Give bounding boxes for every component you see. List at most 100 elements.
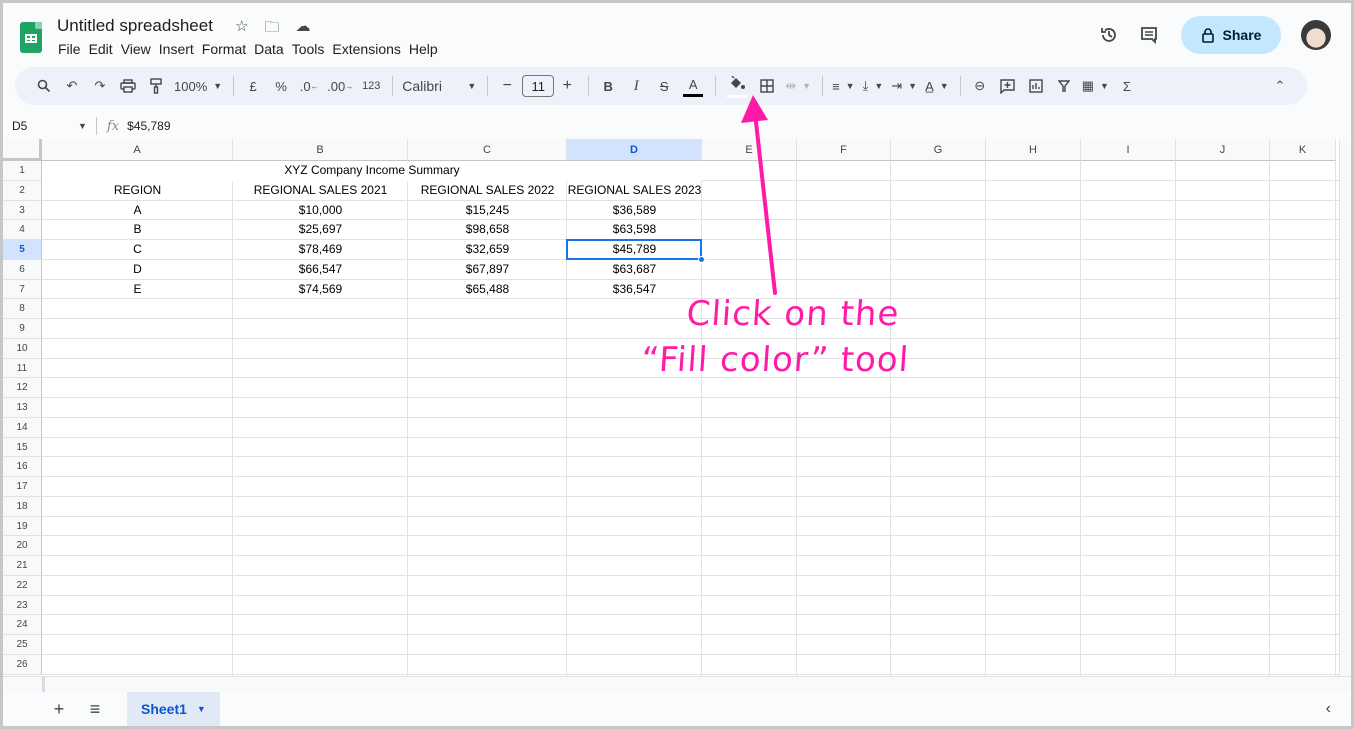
vertical-align-icon[interactable]: ⤓ ▼ (860, 72, 887, 100)
menu-edit[interactable]: Edit (89, 41, 119, 57)
text-wrapping-icon[interactable]: ⇥ ▼ (888, 72, 920, 100)
cell-title[interactable]: XYZ Company Income Summary (42, 161, 702, 181)
comments-icon[interactable] (1131, 17, 1167, 53)
paint-format-icon[interactable] (143, 72, 169, 100)
cloud-saved-icon[interactable]: ☁ (295, 17, 310, 42)
row-header-4[interactable]: 4 (3, 220, 42, 240)
functions-button[interactable]: Σ (1114, 72, 1140, 100)
bold-button[interactable]: B (595, 72, 621, 100)
horizontal-align-icon[interactable]: ≡ ▼ (829, 72, 858, 100)
filter-icon[interactable] (1051, 72, 1077, 100)
column-header-b[interactable]: B (233, 139, 408, 161)
all-sheets-button[interactable]: ≡ (77, 692, 113, 726)
sheet-tab[interactable]: Sheet1 ▼ (127, 692, 220, 726)
cell-header[interactable]: REGIONAL SALES 2023 (567, 181, 702, 201)
redo-icon[interactable]: ↷ (87, 72, 113, 100)
cell-header[interactable]: REGIONAL SALES 2021 (233, 181, 408, 201)
table-cell[interactable]: $25,697 (233, 220, 408, 240)
menu-help[interactable]: Help (409, 41, 444, 57)
add-sheet-button[interactable]: + (41, 692, 77, 726)
chevron-left-icon[interactable]: ‹ (1326, 700, 1331, 718)
column-header-g[interactable]: G (891, 139, 986, 161)
sheets-logo-icon[interactable] (20, 22, 42, 53)
row-header-9[interactable]: 9 (3, 319, 42, 339)
table-cell[interactable]: $15,245 (408, 201, 567, 221)
filter-views-icon[interactable]: ▦ ▼ (1079, 72, 1112, 100)
zoom-select[interactable]: 100% ▼ (171, 72, 225, 100)
menu-data[interactable]: Data (254, 41, 290, 57)
menu-insert[interactable]: Insert (159, 41, 200, 57)
row-header-1[interactable]: 1 (3, 161, 42, 181)
format-percent-button[interactable]: % (268, 72, 294, 100)
fill-color-button[interactable] (722, 72, 752, 100)
star-icon[interactable]: ☆ (235, 17, 248, 42)
menu-tools[interactable]: Tools (292, 41, 331, 57)
borders-icon[interactable] (754, 72, 780, 100)
account-avatar[interactable] (1301, 20, 1331, 50)
table-cell[interactable]: C (42, 240, 233, 260)
table-cell[interactable]: $65,488 (408, 280, 567, 300)
increase-font-size-button[interactable]: + (554, 72, 580, 100)
strikethrough-button[interactable]: S (651, 72, 677, 100)
share-button[interactable]: Share (1181, 16, 1281, 54)
text-color-button[interactable]: A (679, 72, 707, 100)
select-all-corner[interactable] (3, 139, 42, 161)
format-currency-button[interactable]: £ (240, 72, 266, 100)
row-header-15[interactable]: 15 (3, 437, 42, 458)
table-cell[interactable]: $74,569 (233, 280, 408, 300)
row-header-17[interactable]: 17 (3, 477, 42, 497)
table-cell[interactable]: $98,658 (408, 220, 567, 240)
more-formats-button[interactable]: 123 (358, 72, 384, 100)
table-cell[interactable]: E (42, 280, 233, 300)
row-header-21[interactable]: 21 (3, 556, 42, 576)
table-cell[interactable]: B (42, 220, 233, 240)
row-header-22[interactable]: 22 (3, 575, 42, 596)
row-header-2[interactable]: 2 (3, 180, 42, 201)
column-header-d[interactable]: D (567, 139, 702, 161)
chevron-down-icon[interactable]: ▼ (197, 704, 206, 714)
menu-extensions[interactable]: Extensions (332, 41, 406, 57)
insert-chart-icon[interactable] (1023, 72, 1049, 100)
text-rotation-icon[interactable]: A̲ ▼ (922, 72, 952, 100)
fill-handle[interactable] (698, 255, 705, 263)
table-cell[interactable]: D (42, 260, 233, 280)
row-header-3[interactable]: 3 (3, 200, 42, 221)
search-menus-icon[interactable] (31, 72, 57, 100)
column-header-f[interactable]: F (797, 139, 891, 161)
column-header-k[interactable]: K (1270, 139, 1336, 161)
chevron-down-icon[interactable]: ▼ (78, 121, 96, 131)
vertical-scrollbar[interactable] (1339, 139, 1351, 676)
move-to-folder-icon[interactable]: 🗀 (264, 17, 279, 42)
row-header-5[interactable]: 5 (3, 240, 42, 260)
row-header-6[interactable]: 6 (3, 259, 42, 280)
menu-format[interactable]: Format (202, 41, 252, 57)
row-header-26[interactable]: 26 (3, 654, 42, 675)
row-header-24[interactable]: 24 (3, 615, 42, 635)
name-box[interactable]: D5 (3, 119, 78, 133)
document-title[interactable]: Untitled spreadsheet (57, 16, 213, 36)
version-history-icon[interactable] (1091, 17, 1127, 53)
table-cell[interactable]: $66,547 (233, 260, 408, 280)
column-header-e[interactable]: E (702, 139, 797, 161)
row-header-19[interactable]: 19 (3, 516, 42, 537)
row-header-12[interactable]: 12 (3, 378, 42, 398)
row-header-14[interactable]: 14 (3, 417, 42, 438)
italic-button[interactable]: I (623, 72, 649, 100)
menu-view[interactable]: View (121, 41, 157, 57)
column-header-i[interactable]: I (1081, 139, 1176, 161)
table-cell[interactable]: $10,000 (233, 201, 408, 221)
table-cell[interactable]: $32,659 (408, 240, 567, 260)
font-size-input[interactable]: 11 (522, 75, 555, 97)
font-select[interactable]: Calibri ▼ (399, 72, 479, 100)
table-cell[interactable]: A (42, 201, 233, 221)
row-header-25[interactable]: 25 (3, 635, 42, 655)
row-header-20[interactable]: 20 (3, 536, 42, 556)
row-header-7[interactable]: 7 (3, 279, 42, 300)
menu-file[interactable]: File (58, 41, 87, 57)
row-header-13[interactable]: 13 (3, 398, 42, 418)
print-icon[interactable] (115, 72, 141, 100)
row-header-16[interactable]: 16 (3, 457, 42, 477)
table-cell[interactable]: $63,687 (567, 260, 702, 280)
increase-decimal-button[interactable]: .00 → (324, 72, 356, 100)
column-header-c[interactable]: C (408, 139, 567, 161)
